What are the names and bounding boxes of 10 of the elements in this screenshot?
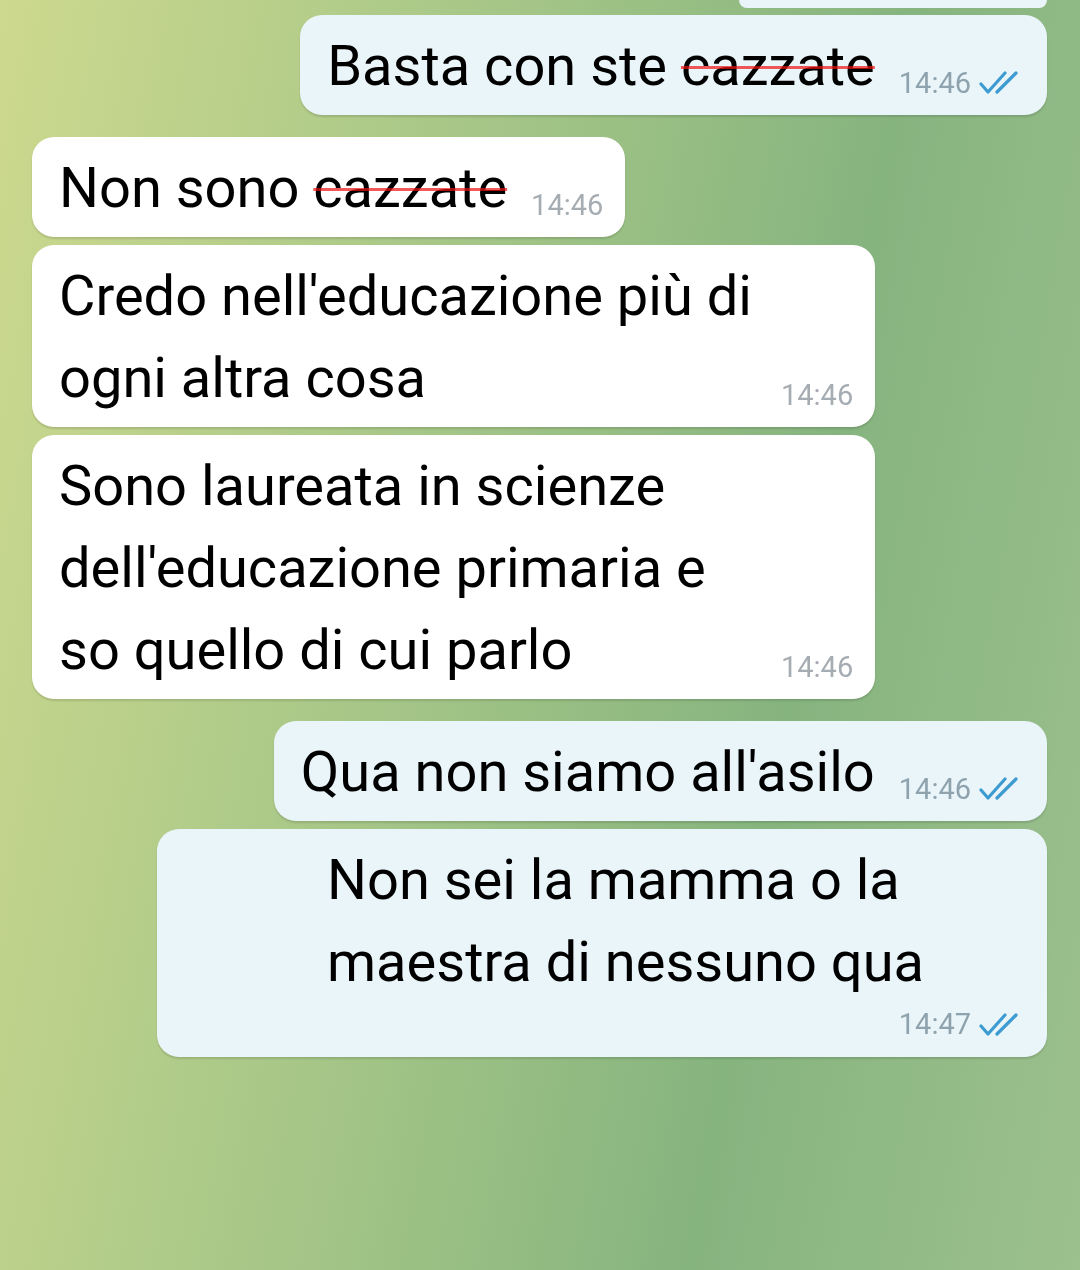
message-time: 14:46	[781, 648, 854, 686]
message-time: 14:46	[531, 186, 604, 224]
message-text: Sono laureata in scienze dell'educazione primaria e so quello di cui parlo	[59, 452, 707, 685]
message-time: 14:46	[898, 64, 971, 102]
message-text: Non sei la mamma o la maestra di nessuno qua	[327, 846, 926, 997]
message-text: Qua non siamo all'asilo	[300, 738, 875, 807]
message-time: 14:46	[898, 770, 971, 808]
message-time: 14:47	[898, 1006, 971, 1043]
message-time: 14:46	[781, 376, 854, 414]
message-text: Credo nell'educazione più di ogni altra cosa	[59, 262, 753, 413]
